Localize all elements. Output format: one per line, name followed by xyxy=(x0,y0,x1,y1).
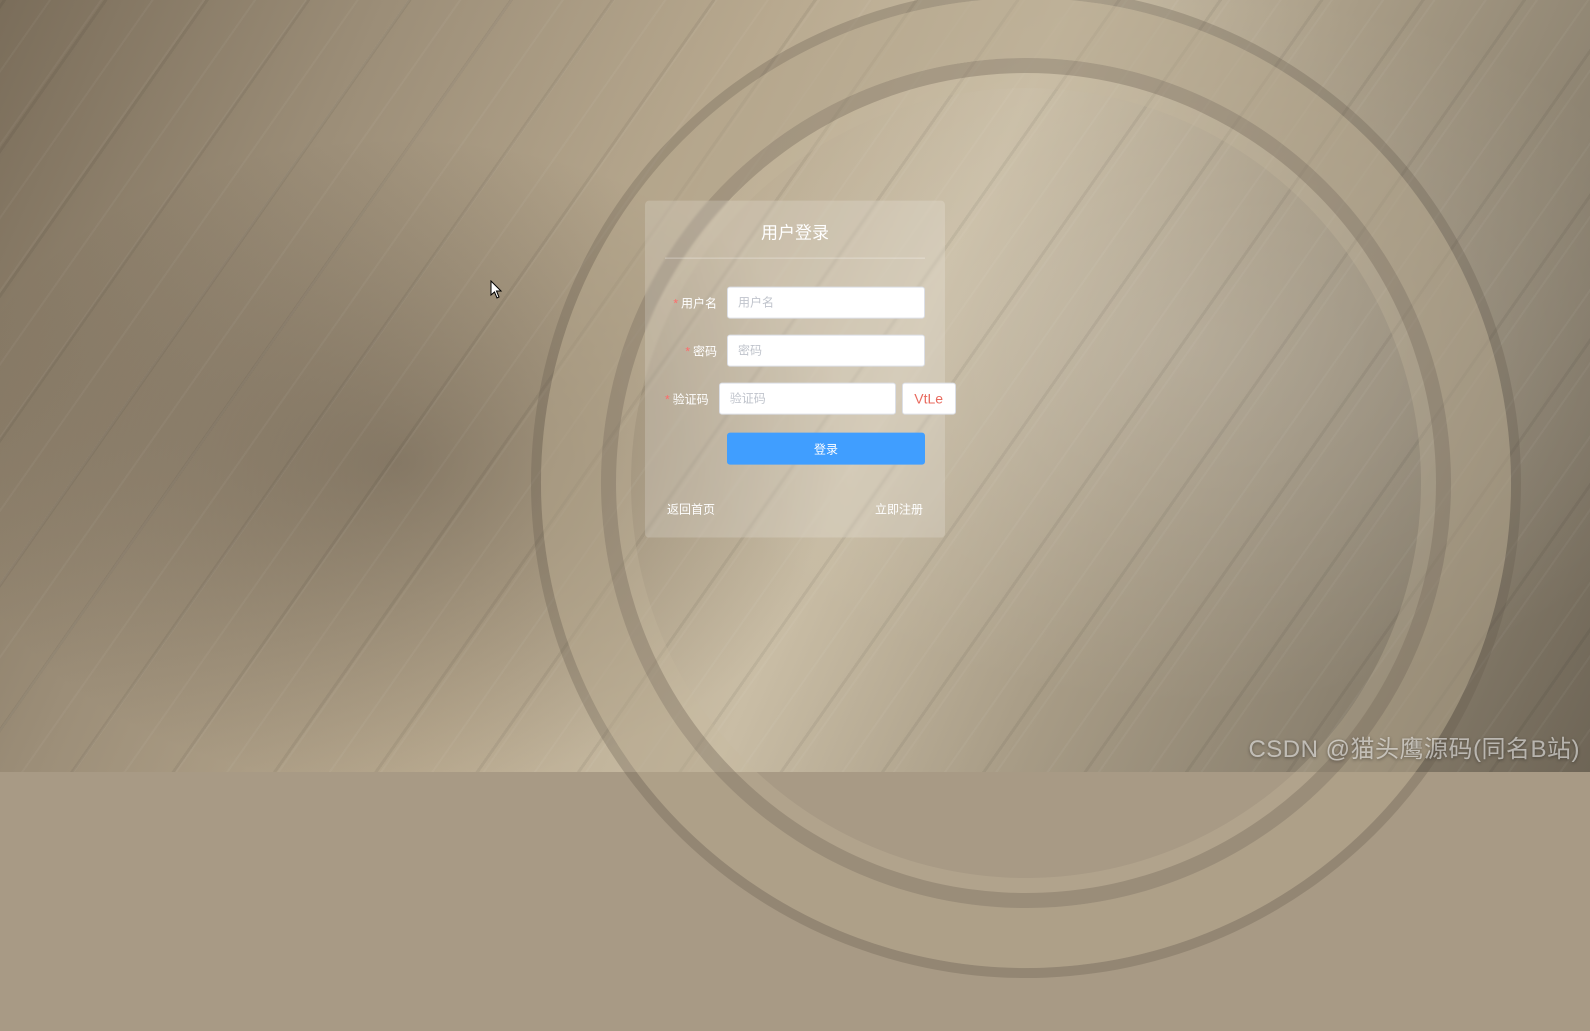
username-input[interactable] xyxy=(727,287,925,319)
footer-links: 返回首页 立即注册 xyxy=(665,501,925,518)
login-panel: 用户登录 用户名 密码 验证码 VtLe 登录 返回首页 立即注册 xyxy=(645,201,945,538)
captcha-label: 验证码 xyxy=(665,390,719,407)
panel-title: 用户登录 xyxy=(665,219,925,259)
login-button[interactable]: 登录 xyxy=(727,433,925,465)
password-label: 密码 xyxy=(665,342,727,359)
password-input[interactable] xyxy=(727,335,925,367)
captcha-image[interactable]: VtLe xyxy=(902,383,956,415)
username-row: 用户名 xyxy=(665,287,925,319)
register-link[interactable]: 立即注册 xyxy=(875,501,923,518)
password-row: 密码 xyxy=(665,335,925,367)
captcha-input[interactable] xyxy=(719,383,896,415)
back-home-link[interactable]: 返回首页 xyxy=(667,501,715,518)
username-label: 用户名 xyxy=(665,294,727,311)
captcha-row: 验证码 VtLe xyxy=(665,383,925,415)
